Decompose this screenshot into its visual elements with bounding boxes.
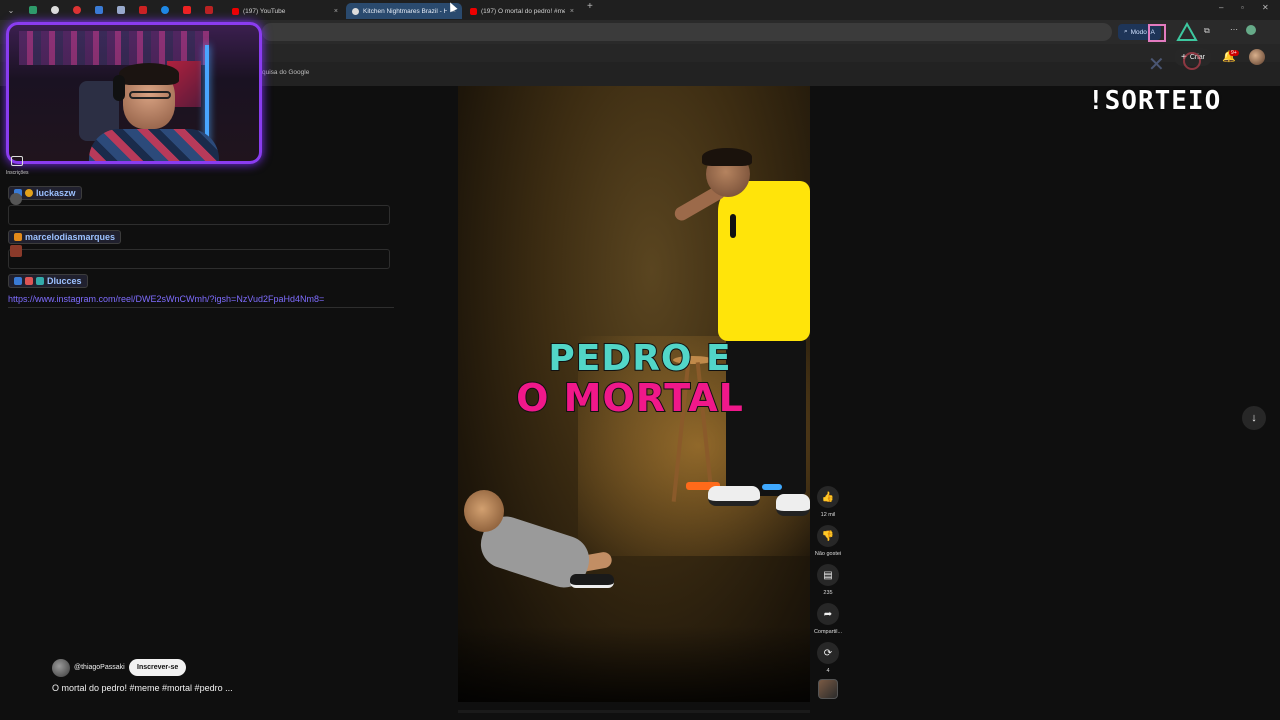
new-tab-button[interactable]: + <box>587 1 593 12</box>
streamer-shirt <box>89 129 219 161</box>
video-title[interactable]: O mortal do pedro! #meme #mortal #pedro … <box>52 683 233 693</box>
avatar[interactable] <box>1249 49 1265 65</box>
comedian-shirt <box>718 181 810 341</box>
progress-bar[interactable] <box>458 710 810 713</box>
badge-icon <box>25 189 33 197</box>
youtube-icon <box>470 7 477 15</box>
comments-count: 235 <box>823 590 833 596</box>
remix-icon: ⟳ <box>817 642 839 664</box>
thumbs-up-icon: 👍 <box>817 486 839 508</box>
chat-message: marcelodiasmarques <box>8 228 390 269</box>
cross-icon: ✕ <box>1148 54 1165 76</box>
subscribe-button[interactable]: Inscrever-se <box>129 659 187 676</box>
pinned-tab-icon[interactable] <box>110 0 132 20</box>
comedian-hair <box>702 148 752 166</box>
pinned-tab-icon[interactable] <box>154 0 176 20</box>
notification-badge: 9+ <box>1229 50 1239 56</box>
chat-message-body <box>8 249 390 269</box>
profile-icon[interactable] <box>1246 25 1256 35</box>
triangle-icon <box>1176 22 1198 41</box>
share-button[interactable]: ➦ Compartil... <box>812 603 844 635</box>
search-icon: ⌕ <box>1124 28 1128 35</box>
chat-username: Dlucces <box>8 274 88 288</box>
close-icon[interactable]: × <box>334 8 338 15</box>
boy-head <box>464 490 504 532</box>
tab-label: (197) YouTube <box>243 7 286 15</box>
video-caption-line1: PEDRO E <box>547 337 732 380</box>
subscriptions-label[interactable]: Inscrições <box>6 170 29 176</box>
dislike-label: Não gostei <box>814 551 842 557</box>
shelf-decor <box>19 31 209 65</box>
badge-icon <box>36 277 44 285</box>
pinned-tab-icon[interactable] <box>198 0 220 20</box>
youtube-icon <box>232 7 239 15</box>
giveaway-overlay-text: !SORTEIO <box>1088 86 1222 116</box>
thumbs-down-icon: 👎 <box>817 525 839 547</box>
arrow-down-icon[interactable]: ↓ <box>1242 406 1266 430</box>
sound-thumbnail[interactable] <box>818 679 838 699</box>
like-button[interactable]: 👍 12 mil <box>812 486 844 518</box>
square-icon <box>1148 24 1166 42</box>
short-video-player[interactable]: PEDRO E O MORTAL <box>458 86 810 702</box>
badge-icon <box>14 233 22 241</box>
badge-icon <box>25 277 33 285</box>
video-caption-line2: O MORTAL <box>515 375 744 421</box>
sneaker <box>776 494 810 516</box>
neon-light <box>205 45 209 145</box>
share-icon: ➦ <box>817 603 839 625</box>
avatar <box>10 245 22 257</box>
screen: ⌄ (197) YouTube × Kitchen Nightmares Bra… <box>0 0 1280 720</box>
channel-avatar[interactable] <box>52 659 70 677</box>
remix-count: 4 <box>826 668 830 674</box>
subscriptions-icon[interactable] <box>11 156 23 166</box>
menu-icon[interactable]: ⋯ <box>1230 25 1238 34</box>
like-count: 12 mil <box>820 512 836 518</box>
extensions-icon[interactable]: ⧉ <box>1204 26 1210 36</box>
pinned-tab-icon[interactable] <box>22 0 44 20</box>
tab-youtube[interactable]: (197) YouTube × <box>226 3 344 19</box>
tab-search-icon[interactable]: ⌄ <box>0 0 22 20</box>
address-bar[interactable] <box>262 23 1112 41</box>
comment-icon: ▤ <box>817 564 839 586</box>
microphone <box>730 214 736 238</box>
sneaker <box>708 486 760 506</box>
stage-prop <box>762 484 782 490</box>
circle-icon <box>1183 52 1201 70</box>
dislike-button[interactable]: 👎 Não gostei <box>812 525 844 557</box>
chat-link[interactable]: https://www.instagram.com/reel/DWE2sWnCW… <box>8 294 394 308</box>
remix-button[interactable]: ⟳ 4 <box>812 642 844 674</box>
headset <box>113 75 125 101</box>
close-icon[interactable]: × <box>570 8 574 15</box>
close-window-icon[interactable]: ✕ <box>1262 3 1269 12</box>
pinned-tab-icon[interactable] <box>44 0 66 20</box>
audience-shadow <box>458 626 810 702</box>
share-label: Compartil... <box>813 629 843 635</box>
chat-message: Dlucces https://www.instagram.com/reel/D… <box>8 272 394 308</box>
tab-kitchen-nightmares[interactable]: Kitchen Nightmares Brazil - HB × <box>346 3 462 19</box>
maximize-icon[interactable]: ▫ <box>1241 3 1244 12</box>
channel-handle[interactable]: @thiagoPassaki <box>74 664 125 671</box>
streamer-hair <box>119 63 179 85</box>
minimize-icon[interactable]: – <box>1219 3 1223 12</box>
pinned-tab-icon[interactable] <box>132 0 154 20</box>
pinned-tab-icon[interactable] <box>66 0 88 20</box>
comments-button[interactable]: ▤ 235 <box>812 564 844 596</box>
tab-label: (197) O mortal do pedro! #mem <box>481 7 565 15</box>
glasses <box>129 91 171 99</box>
sneaker <box>570 574 614 588</box>
bookmark-item[interactable]: quisa do Google <box>262 69 309 76</box>
chat-message: luckaszw <box>8 184 390 225</box>
pinned-tab-icon[interactable] <box>88 0 110 20</box>
chat-message-body <box>8 205 390 225</box>
site-icon <box>352 7 359 15</box>
pinned-tab-icon[interactable] <box>176 0 198 20</box>
chat-username: marcelodiasmarques <box>8 230 122 244</box>
badge-icon <box>14 277 22 285</box>
webcam-overlay <box>6 22 262 164</box>
avatar <box>10 193 22 205</box>
tab-short-video[interactable]: (197) O mortal do pedro! #mem × <box>464 3 580 19</box>
tab-strip: ⌄ (197) YouTube × Kitchen Nightmares Bra… <box>0 0 1280 20</box>
tab-label: Kitchen Nightmares Brazil - HB <box>363 7 447 15</box>
